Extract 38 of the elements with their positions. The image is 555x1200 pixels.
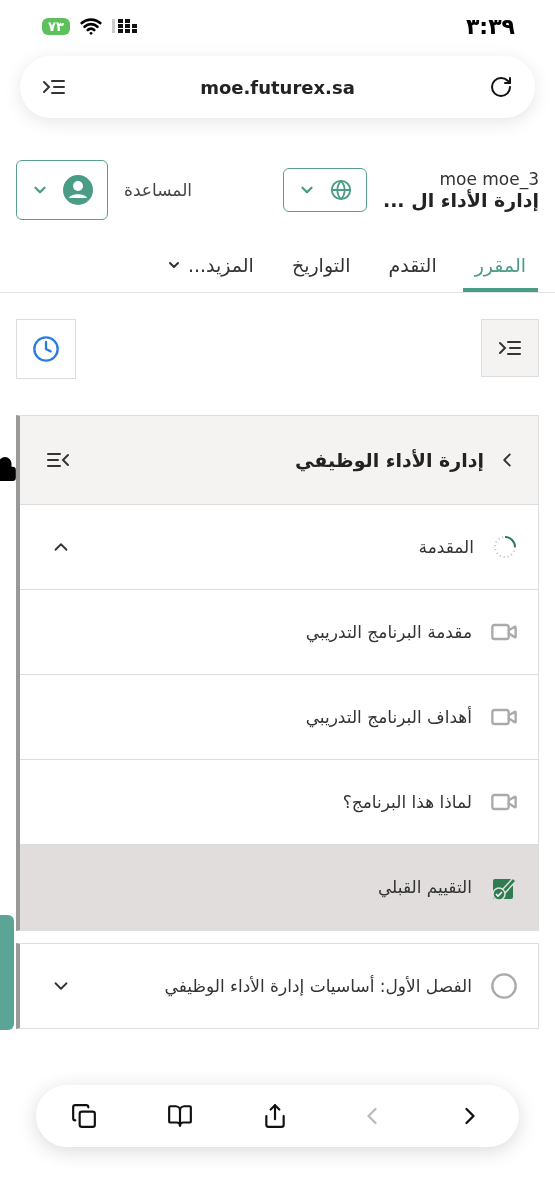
chapter-title: الفصل الأول: أساسيات إدارة الأداء الوظيفي bbox=[164, 976, 472, 996]
outline-title: إدارة الأداء الوظيفي bbox=[295, 449, 484, 471]
progress-ring bbox=[492, 534, 518, 560]
url-text: moe.futurex.sa bbox=[200, 76, 355, 98]
help-link[interactable]: المساعدة bbox=[124, 180, 193, 200]
collapse-outline-button[interactable] bbox=[46, 450, 70, 470]
wifi-icon bbox=[79, 15, 102, 37]
tabs-icon[interactable] bbox=[70, 1103, 97, 1129]
indent-icon bbox=[498, 338, 522, 358]
section-title: المقدمة bbox=[418, 537, 474, 557]
course-title: إدارة الأداء ال ... bbox=[382, 189, 539, 211]
outline-item[interactable]: التقييم القبلي bbox=[20, 845, 538, 930]
reload-icon[interactable] bbox=[489, 75, 513, 99]
user-name: moe moe_3 bbox=[439, 169, 539, 189]
menu-icon bbox=[42, 77, 66, 97]
account-dropdown[interactable] bbox=[16, 160, 108, 220]
collapse-icon bbox=[46, 450, 70, 470]
page-menu-icon[interactable] bbox=[42, 77, 66, 97]
item-title: مقدمة البرنامج التدريبي bbox=[305, 622, 472, 642]
item-title: لماذا هذا البرنامج؟ bbox=[342, 792, 472, 812]
item-title: التقييم القبلي bbox=[377, 877, 472, 897]
status-circle-icon bbox=[490, 972, 518, 1000]
avatar-icon bbox=[63, 175, 93, 205]
item-title: أهداف البرنامج التدريبي bbox=[305, 707, 472, 727]
battery-icon: ٧٣ bbox=[42, 17, 70, 35]
globe-icon bbox=[329, 179, 352, 201]
nav-tab[interactable]: التواريخ bbox=[279, 254, 363, 292]
chapter-row[interactable]: الفصل الأول: أساسيات إدارة الأداء الوظيفي bbox=[16, 943, 539, 1029]
language-dropdown[interactable] bbox=[282, 168, 367, 212]
clock-icon bbox=[32, 335, 60, 363]
outline-toggle-button[interactable] bbox=[481, 319, 539, 377]
dates-button[interactable] bbox=[16, 319, 76, 379]
bookmarks-icon[interactable] bbox=[166, 1103, 193, 1129]
clock-time: ٣:٣٩ bbox=[465, 13, 515, 39]
nav-tab[interactable]: التقدم bbox=[376, 254, 449, 292]
more-menu-tab[interactable]: المزيد... bbox=[153, 254, 266, 292]
signal-icon bbox=[111, 18, 138, 34]
address-bar[interactable]: moe.futurex.sa bbox=[20, 56, 535, 118]
